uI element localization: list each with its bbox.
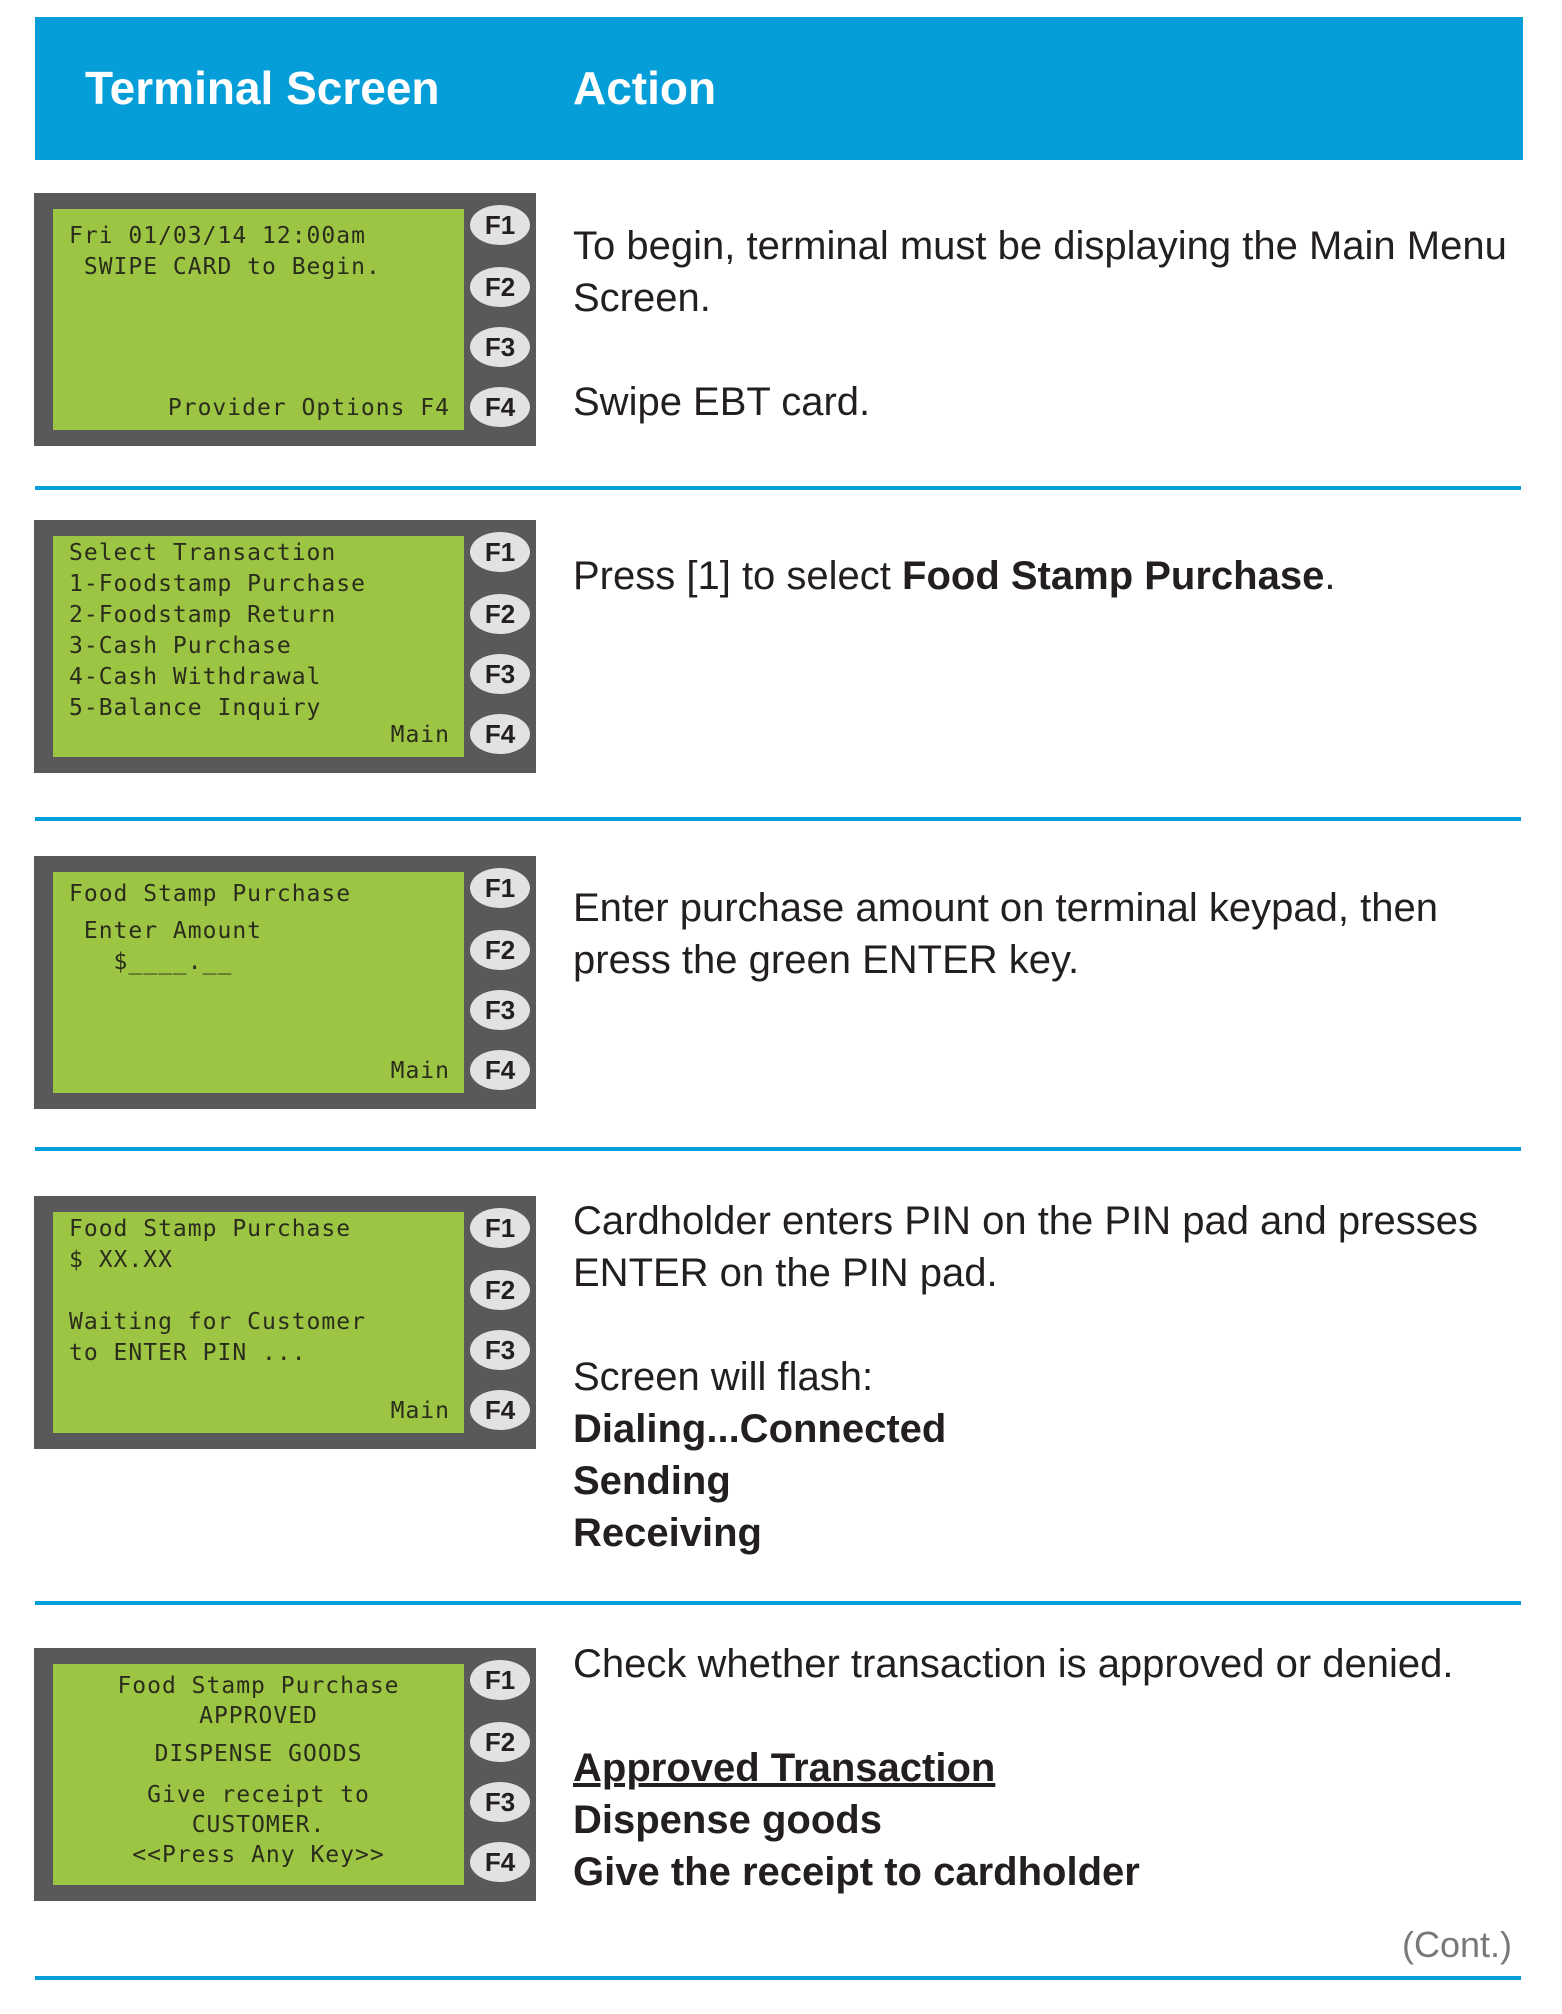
lcd-line: 3-Cash Purchase [69,633,292,659]
column-header-action: Action [573,62,717,114]
action-text-bold: Food Stamp Purchase [902,554,1325,598]
action-step-1: To begin, terminal must be displaying th… [573,220,1513,428]
lcd-line: SWIPE CARD to Begin. [69,254,381,280]
lcd-line: 2-Foodstamp Return [69,602,337,628]
row-divider [35,1147,1521,1151]
status-sending: Sending [573,1459,731,1503]
status-receiving: Receiving [573,1511,762,1555]
function-keys: F1 F2 F3 F4 [470,532,532,762]
lcd-line: $ XX.XX [69,1247,173,1273]
f2-key[interactable]: F2 [470,1270,530,1310]
terminal-screen-approved: Food Stamp Purchase APPROVED DISPENSE GO… [34,1648,536,1901]
f4-key[interactable]: F4 [470,1050,530,1090]
instruction-line: Dispense goods [573,1794,1513,1846]
action-text: Enter purchase amount on terminal keypad… [573,886,1438,982]
action-text-suffix: . [1324,554,1336,598]
function-keys: F1 F2 F3 F4 [470,205,532,435]
lcd-line: Food Stamp Purchase [69,881,352,907]
f3-key[interactable]: F3 [470,654,530,694]
action-step-2: Press [1] to select Food Stamp Purchase. [573,550,1513,602]
f4-key[interactable]: F4 [470,1842,530,1882]
lcd-line: Enter Amount [69,918,263,944]
give-receipt-text: Give the receipt to cardholder [573,1850,1140,1894]
f3-key[interactable]: F3 [470,1782,530,1822]
lcd-line: $____.__ [69,949,233,975]
lcd-display: Fri 01/03/14 12:00am SWIPE CARD to Begin… [53,209,464,430]
lcd-footer: Main [390,1398,450,1424]
lcd-line: Food Stamp Purchase [117,1673,400,1699]
lcd-footer: Main [390,1058,450,1084]
row-divider [35,1976,1521,1980]
f3-key[interactable]: F3 [470,327,530,367]
action-text: Press [1] to select Food Stamp Purchase. [573,550,1513,602]
f1-key[interactable]: F1 [470,205,530,245]
lcd-display: Select Transaction 1-Foodstamp Purchase … [53,536,464,757]
lcd-line: Waiting for Customer [69,1309,366,1335]
lcd-line: Give receipt to [147,1782,370,1808]
status-line: Dialing...Connected [573,1403,1513,1455]
lcd-line: Fri 01/03/14 12:00am [69,223,366,249]
status-line: Receiving [573,1507,1513,1559]
approved-transaction-heading: Approved Transaction [573,1746,996,1790]
lcd-line: 1-Foodstamp Purchase [69,571,366,597]
f4-key[interactable]: F4 [470,387,530,427]
lcd-line: Select Transaction [69,540,337,566]
function-keys: F1 F2 F3 F4 [470,1660,532,1890]
f4-key[interactable]: F4 [470,1390,530,1430]
lcd-line: 4-Cash Withdrawal [69,664,322,690]
lcd-line: <<Press Any Key>> [132,1842,385,1868]
f1-key[interactable]: F1 [470,532,530,572]
f2-key[interactable]: F2 [470,594,530,634]
f2-key[interactable]: F2 [470,930,530,970]
table-header: Terminal Screen Action [35,17,1523,160]
lcd-line: APPROVED [199,1703,318,1729]
lcd-display: Food Stamp Purchase $ XX.XX Waiting for … [53,1212,464,1433]
terminal-screen-enter-amount: Food Stamp Purchase Enter Amount $____._… [34,856,536,1109]
status-dialing: Dialing...Connected [573,1407,947,1451]
lcd-line [69,1276,454,1307]
column-header-terminal-screen: Terminal Screen [85,62,440,114]
status-line: Sending [573,1455,1513,1507]
action-step-5: Check whether transaction is approved or… [573,1638,1513,1898]
lcd-line: CUSTOMER. [191,1812,326,1838]
lcd-line: to ENTER PIN ... [69,1340,307,1366]
lcd-display: Food Stamp Purchase Enter Amount $____._… [53,872,464,1093]
dispense-goods-text: Dispense goods [573,1798,882,1842]
action-text: Cardholder enters PIN on the PIN pad and… [573,1199,1478,1295]
lcd-footer: Provider Options F4 [167,395,450,421]
f2-key[interactable]: F2 [470,1722,530,1762]
f4-key[interactable]: F4 [470,714,530,754]
terminal-screen-main-menu: Fri 01/03/14 12:00am SWIPE CARD to Begin… [34,193,536,446]
action-text-prefix: Press [1] to select [573,554,903,598]
action-text: Check whether transaction is approved or… [573,1642,1454,1686]
f2-key[interactable]: F2 [470,267,530,307]
continued-label: (Cont.) [1402,1924,1513,1965]
function-keys: F1 F2 F3 F4 [470,868,532,1098]
lcd-footer: Main [390,722,450,748]
action-step-4: Cardholder enters PIN on the PIN pad and… [573,1195,1513,1559]
terminal-screen-waiting-pin: Food Stamp Purchase $ XX.XX Waiting for … [34,1196,536,1449]
action-text: Screen will flash: [573,1355,874,1399]
action-step-3: Enter purchase amount on terminal keypad… [573,882,1513,986]
f1-key[interactable]: F1 [470,1660,530,1700]
f1-key[interactable]: F1 [470,1208,530,1248]
terminal-screen-select-transaction: Select Transaction 1-Foodstamp Purchase … [34,520,536,773]
row-divider [35,486,1521,490]
action-text: Swipe EBT card. [573,380,871,424]
action-text: To begin, terminal must be displaying th… [573,224,1507,320]
row-divider [35,817,1521,821]
lcd-line: Food Stamp Purchase [69,1216,352,1242]
f3-key[interactable]: F3 [470,990,530,1030]
instruction-line: Give the receipt to cardholder [573,1846,1513,1898]
f3-key[interactable]: F3 [470,1330,530,1370]
lcd-line: DISPENSE GOODS [154,1741,363,1767]
row-divider [35,1601,1521,1605]
lcd-display: Food Stamp Purchase APPROVED DISPENSE GO… [53,1664,464,1885]
function-keys: F1 F2 F3 F4 [470,1208,532,1438]
approved-heading: Approved Transaction [573,1742,1513,1794]
f1-key[interactable]: F1 [470,868,530,908]
